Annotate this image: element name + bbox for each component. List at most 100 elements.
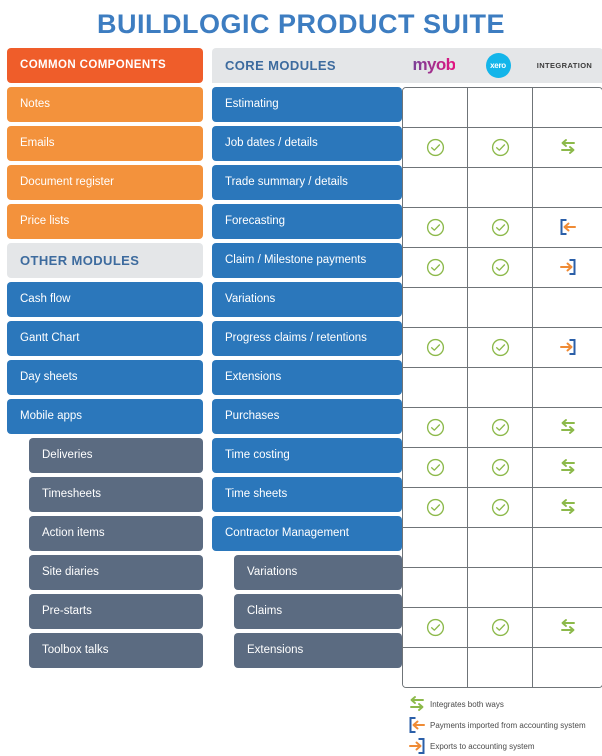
cell-integration <box>533 327 602 367</box>
sidebar-item-label: Timesheets <box>42 488 101 500</box>
cell-xero <box>468 127 533 167</box>
sidebar-item-label: Action items <box>42 527 105 539</box>
cell-xero <box>468 167 533 207</box>
cell-xero <box>468 287 533 327</box>
check-circle-icon <box>491 218 510 237</box>
check-circle-icon <box>491 618 510 637</box>
payments-imported-icon <box>558 217 578 237</box>
table-row <box>403 88 602 128</box>
matrix-row-label-time-sheets[interactable]: Time sheets <box>212 477 402 512</box>
cell-myob <box>403 487 468 527</box>
matrix-row-label-forecasting[interactable]: Forecasting <box>212 204 402 239</box>
cell-integration <box>533 287 602 327</box>
myob-logo: myob <box>413 55 456 75</box>
sidebar-header-other-modules: OTHER MODULES <box>7 243 203 278</box>
matrix-row-label-time-costing[interactable]: Time costing <box>212 438 402 473</box>
both-ways-arrows-icon <box>558 457 578 477</box>
matrix-row-label-text: Forecasting <box>225 215 285 227</box>
table-row <box>403 607 602 647</box>
sidebar-item-document-register[interactable]: Document register <box>7 165 203 200</box>
sidebar-item-price-lists[interactable]: Price lists <box>7 204 203 239</box>
matrix-row-label-extensions[interactable]: Extensions <box>234 633 402 668</box>
sidebar-item-label: Notes <box>20 98 50 110</box>
check-circle-icon <box>491 258 510 277</box>
check-circle-icon <box>426 418 445 437</box>
cell-integration <box>533 407 602 447</box>
matrix-row-label-extensions[interactable]: Extensions <box>212 360 402 395</box>
sidebar-item-toolbox-talks[interactable]: Toolbox talks <box>29 633 203 668</box>
cell-xero <box>468 207 533 247</box>
legend-item-import: Payments imported from accounting system <box>404 716 602 735</box>
check-circle-icon <box>426 138 445 157</box>
cell-xero <box>468 527 533 567</box>
sidebar-item-label: Price lists <box>20 215 69 227</box>
both-ways-arrows-icon <box>558 137 578 157</box>
cell-integration <box>533 527 602 567</box>
matrix-row-label-text: Variations <box>225 293 275 305</box>
column-header-myob: myob <box>402 48 466 83</box>
sidebar-item-pre-starts[interactable]: Pre-starts <box>29 594 203 629</box>
cell-xero <box>468 447 533 487</box>
table-row <box>403 167 602 207</box>
matrix-row-label-text: Extensions <box>225 371 281 383</box>
check-circle-icon <box>426 498 445 517</box>
matrix-row-label-text: Time sheets <box>225 488 287 500</box>
sidebar-item-deliveries[interactable]: Deliveries <box>29 438 203 473</box>
matrix-row-label-progress-claims-retentions[interactable]: Progress claims / retentions <box>212 321 402 356</box>
sidebar-item-cash-flow[interactable]: Cash flow <box>7 282 203 317</box>
matrix-row-label-variations[interactable]: Variations <box>234 555 402 590</box>
matrix-row-label-purchases[interactable]: Purchases <box>212 399 402 434</box>
check-circle-icon <box>426 458 445 477</box>
cell-myob <box>403 88 468 128</box>
table-row <box>403 647 602 687</box>
matrix-row-label-text: Claims <box>247 605 282 617</box>
matrix-column-headers: myob xero INTEGRATION <box>402 48 602 83</box>
check-circle-icon <box>491 338 510 357</box>
exports-icon <box>558 337 578 357</box>
matrix-row-label-contractor-management[interactable]: Contractor Management <box>212 516 402 551</box>
sidebar-item-emails[interactable]: Emails <box>7 126 203 161</box>
cell-xero <box>468 647 533 687</box>
cell-myob <box>403 127 468 167</box>
cell-xero <box>468 407 533 447</box>
sidebar-item-mobile-apps[interactable]: Mobile apps <box>7 399 203 434</box>
legend-text: Payments imported from accounting system <box>430 721 586 730</box>
exports-icon <box>407 736 427 756</box>
matrix-grid <box>402 87 602 688</box>
sidebar-item-gantt-chart[interactable]: Gantt Chart <box>7 321 203 356</box>
column-header-integration: INTEGRATION <box>530 48 599 83</box>
check-circle-icon <box>426 218 445 237</box>
matrix-row-label-text: Trade summary / details <box>225 176 348 188</box>
matrix-row-label-job-dates-details[interactable]: Job dates / details <box>212 126 402 161</box>
legend: Integrates both waysPayments imported fr… <box>0 695 602 756</box>
table-row <box>403 247 602 287</box>
sidebar-item-action-items[interactable]: Action items <box>29 516 203 551</box>
cell-integration <box>533 447 602 487</box>
cell-myob <box>403 647 468 687</box>
cell-integration <box>533 607 602 647</box>
matrix-row-label-variations[interactable]: Variations <box>212 282 402 317</box>
matrix-row-label-estimating[interactable]: Estimating <box>212 87 402 122</box>
sidebar-item-day-sheets[interactable]: Day sheets <box>7 360 203 395</box>
sidebar-item-timesheets[interactable]: Timesheets <box>29 477 203 512</box>
sidebar-item-site-diaries[interactable]: Site diaries <box>29 555 203 590</box>
xero-logo: xero <box>486 53 511 78</box>
table-row <box>403 287 602 327</box>
matrix-row-label-claim-milestone-payments[interactable]: Claim / Milestone payments <box>212 243 402 278</box>
both-ways-arrows-icon <box>558 617 578 637</box>
matrix-row-label-claims[interactable]: Claims <box>234 594 402 629</box>
cell-myob <box>403 247 468 287</box>
table-row <box>403 527 602 567</box>
cell-integration <box>533 367 602 407</box>
check-circle-icon <box>491 418 510 437</box>
cell-integration <box>533 127 602 167</box>
check-circle-icon <box>426 618 445 637</box>
table-row <box>403 127 602 167</box>
matrix-row-label-text: Estimating <box>225 98 279 110</box>
legend-export-icon <box>404 736 430 756</box>
sidebar-item-notes[interactable]: Notes <box>7 87 203 122</box>
matrix-row-label-trade-summary-details[interactable]: Trade summary / details <box>212 165 402 200</box>
common-components-list: Notes Emails Document register Price lists <box>7 87 203 239</box>
check-circle-icon <box>491 458 510 477</box>
sidebar-item-label: Emails <box>20 137 55 149</box>
